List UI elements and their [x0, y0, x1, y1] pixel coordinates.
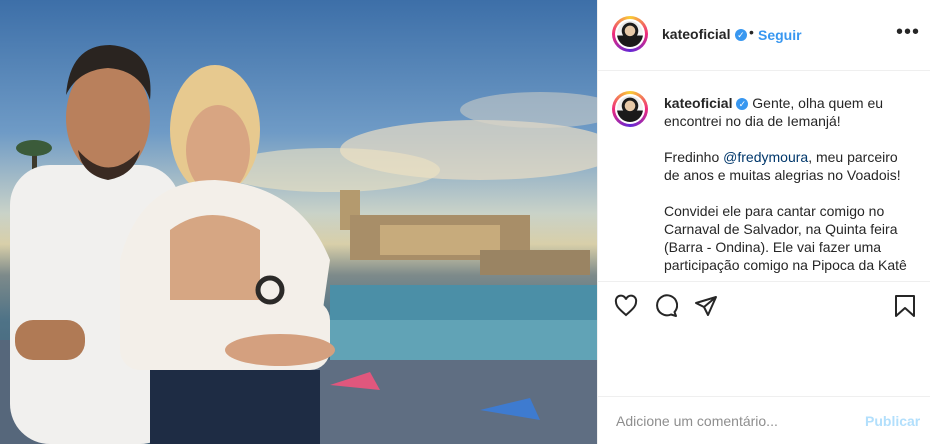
- verified-badge-icon: ✓: [734, 28, 747, 41]
- header-username-group: kateoficial ✓: [662, 26, 747, 44]
- add-comment-bar: Publicar: [598, 396, 930, 445]
- avatar-ring-inner: [615, 19, 645, 49]
- more-options-icon[interactable]: •••: [896, 21, 920, 44]
- post-photo[interactable]: [0, 0, 597, 444]
- verified-badge-icon: ✓: [736, 98, 749, 111]
- caption-p2-start: Fredinho: [664, 149, 724, 165]
- paper-plane-icon[interactable]: [694, 294, 718, 323]
- follow-button[interactable]: Seguir: [758, 27, 802, 43]
- avatar-ring-inner: [615, 94, 645, 124]
- post-header: kateoficial ✓ • Seguir •••: [598, 0, 930, 71]
- post-photo-illustration: [0, 45, 597, 444]
- mention-link[interactable]: @fredymoura: [723, 149, 808, 165]
- heart-icon[interactable]: [614, 294, 638, 323]
- header-username[interactable]: kateoficial: [662, 26, 730, 42]
- comment-bubble-icon[interactable]: [654, 294, 679, 323]
- caption-username[interactable]: kateoficial: [664, 95, 732, 111]
- avatar-image: [617, 96, 643, 122]
- header-separator: •: [749, 24, 754, 40]
- publish-button[interactable]: Publicar: [865, 413, 920, 429]
- bookmark-icon[interactable]: [894, 294, 916, 323]
- avatar-image: [617, 21, 643, 47]
- caption-p3: Convidei ele para cantar comigo no Carna…: [664, 203, 907, 273]
- post-caption: kateoficial ✓ Gente, olha quem eu encont…: [664, 94, 914, 281]
- action-bar: [598, 281, 930, 332]
- author-avatar[interactable]: [612, 16, 648, 52]
- caption-area: kateoficial ✓ Gente, olha quem eu encont…: [598, 71, 930, 281]
- caption-author-avatar[interactable]: [612, 91, 648, 127]
- post-side-panel: kateoficial ✓ • Seguir ••• kateoficial ✓…: [598, 0, 930, 444]
- comment-input[interactable]: [614, 412, 838, 430]
